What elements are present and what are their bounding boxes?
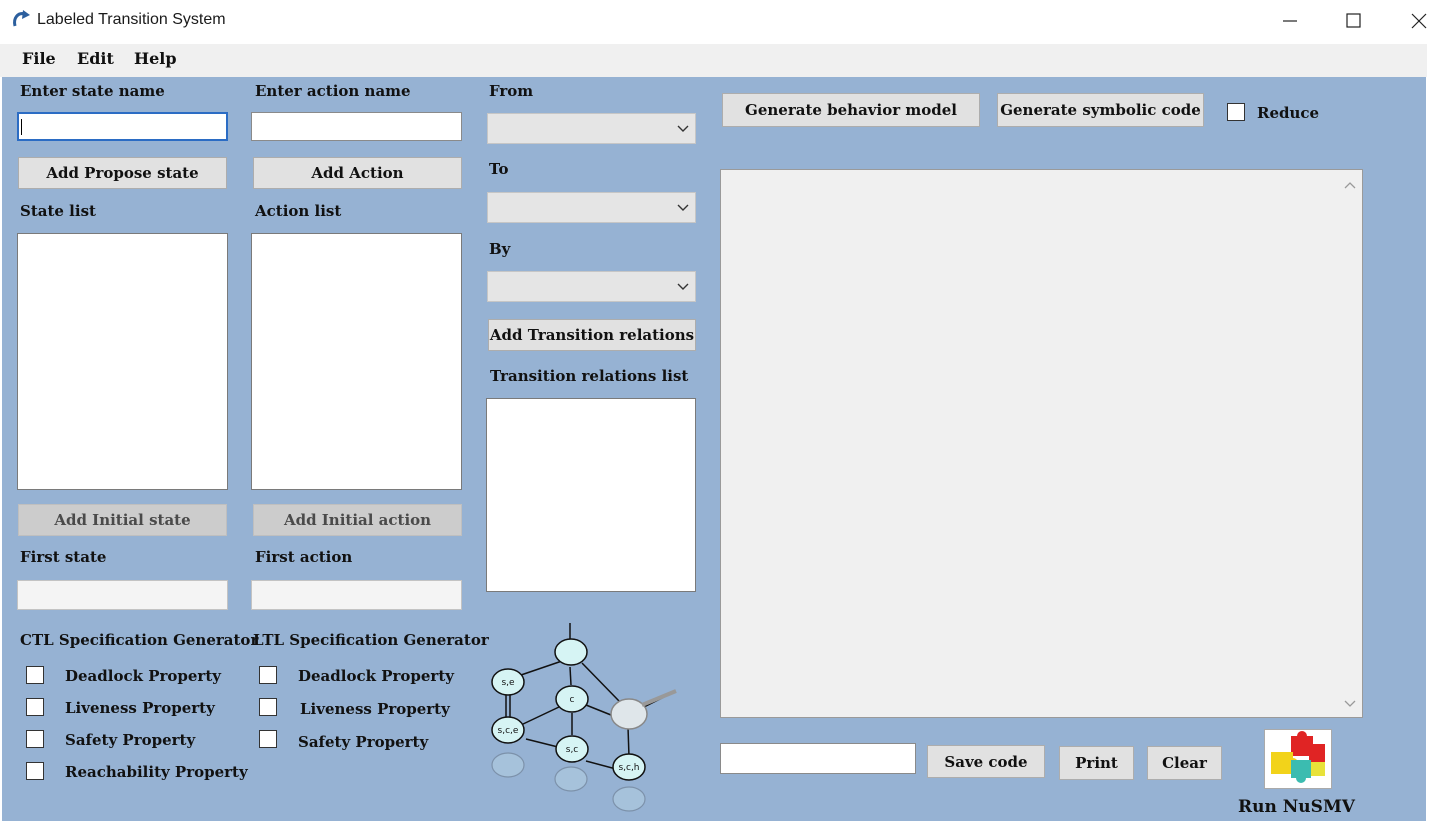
scroll-down-icon[interactable] bbox=[1344, 699, 1356, 709]
chevron-down-icon bbox=[677, 125, 689, 132]
add-initial-state-button[interactable]: Add Initial state bbox=[18, 504, 227, 536]
scroll-up-icon[interactable] bbox=[1344, 180, 1356, 190]
ctl-deadlock-checkbox[interactable] bbox=[26, 666, 44, 684]
action-name-input[interactable] bbox=[251, 112, 462, 141]
menu-bar: File Edit Help bbox=[0, 44, 1427, 77]
close-button[interactable] bbox=[1399, 6, 1429, 36]
ctl-liveness-checkbox[interactable] bbox=[26, 698, 44, 716]
puzzle-logo-icon bbox=[1271, 731, 1325, 783]
reduce-label: Reduce bbox=[1257, 104, 1320, 122]
add-transition-relations-button[interactable]: Add Transition relations bbox=[488, 319, 696, 351]
to-label: To bbox=[489, 160, 509, 178]
chevron-down-icon bbox=[677, 283, 689, 290]
from-label: From bbox=[489, 82, 534, 100]
transition-list-label: Transition relations list bbox=[490, 367, 689, 385]
to-dropdown[interactable] bbox=[487, 192, 696, 223]
generate-symbolic-code-button[interactable]: Generate symbolic code bbox=[997, 93, 1204, 127]
state-list-label: State list bbox=[20, 202, 96, 220]
action-list-label: Action list bbox=[255, 202, 342, 220]
clear-button[interactable]: Clear bbox=[1147, 746, 1222, 780]
ctl-deadlock-label: Deadlock Property bbox=[65, 667, 221, 685]
magnifier-handle-icon bbox=[641, 689, 677, 707]
chevron-down-icon bbox=[677, 204, 689, 211]
redo-arrow-icon bbox=[13, 10, 30, 27]
ltl-generator-title: LTL Specification Generator bbox=[253, 631, 489, 649]
ctl-liveness-label: Liveness Property bbox=[65, 699, 215, 717]
state-listbox[interactable] bbox=[17, 233, 228, 490]
first-state-field bbox=[17, 580, 228, 610]
reduce-checkbox[interactable] bbox=[1227, 103, 1245, 121]
graph-node-label: s,c,e bbox=[498, 726, 519, 736]
state-name-input[interactable] bbox=[17, 112, 228, 141]
print-button[interactable]: Print bbox=[1059, 746, 1134, 780]
graph-node-label: s,c bbox=[566, 745, 579, 755]
add-propose-state-button[interactable]: Add Propose state bbox=[18, 157, 227, 189]
window-title: Labeled Transition System bbox=[37, 11, 226, 28]
ltl-deadlock-label: Deadlock Property bbox=[298, 667, 454, 685]
ctl-safety-label: Safety Property bbox=[65, 731, 196, 749]
transition-listbox[interactable] bbox=[486, 398, 696, 592]
from-dropdown[interactable] bbox=[487, 113, 696, 144]
ltl-liveness-checkbox[interactable] bbox=[259, 698, 277, 716]
ctl-generator-title: CTL Specification Generator bbox=[20, 631, 259, 649]
maximize-icon bbox=[1346, 13, 1361, 28]
ctl-reachability-checkbox[interactable] bbox=[26, 762, 44, 780]
filename-input[interactable] bbox=[720, 743, 916, 774]
add-action-button[interactable]: Add Action bbox=[253, 157, 462, 189]
ctl-safety-checkbox[interactable] bbox=[26, 730, 44, 748]
ctl-reachability-label: Reachability Property bbox=[65, 763, 248, 781]
maximize-button[interactable] bbox=[1334, 6, 1374, 36]
by-label: By bbox=[489, 240, 511, 258]
by-dropdown[interactable] bbox=[487, 271, 696, 302]
title-bar: Labeled Transition System bbox=[0, 0, 1429, 44]
action-listbox[interactable] bbox=[251, 233, 462, 490]
graph-edges bbox=[505, 623, 675, 770]
minimize-icon bbox=[1283, 20, 1297, 22]
ltl-safety-label: Safety Property bbox=[298, 733, 429, 751]
generate-behavior-model-button[interactable]: Generate behavior model bbox=[722, 93, 980, 127]
save-code-button[interactable]: Save code bbox=[927, 745, 1045, 778]
graph-node-label: s,e bbox=[501, 678, 515, 688]
graph-node-label: c bbox=[570, 695, 575, 705]
first-state-label: First state bbox=[20, 548, 107, 566]
graph-node-label: s,c,h bbox=[618, 763, 639, 773]
action-name-label: Enter action name bbox=[255, 82, 411, 100]
menu-help[interactable]: Help bbox=[134, 49, 177, 68]
ltl-deadlock-checkbox[interactable] bbox=[259, 666, 277, 684]
code-output-area[interactable] bbox=[720, 169, 1363, 718]
main-panel: Enter state name Add Propose state State… bbox=[2, 77, 1426, 821]
minimize-button[interactable] bbox=[1270, 6, 1310, 36]
close-icon bbox=[1411, 13, 1427, 29]
state-name-label: Enter state name bbox=[20, 82, 165, 100]
first-action-label: First action bbox=[255, 548, 353, 566]
first-action-field bbox=[251, 580, 462, 610]
run-nusmv-label: Run NuSMV bbox=[1238, 797, 1355, 817]
add-initial-action-button[interactable]: Add Initial action bbox=[253, 504, 462, 536]
ltl-liveness-label: Liveness Property bbox=[300, 700, 450, 718]
transition-graph-illustration: s,e c s,c,e s,c s,c,h bbox=[491, 623, 677, 812]
menu-file[interactable]: File bbox=[22, 49, 56, 68]
text-caret bbox=[21, 119, 22, 135]
ltl-safety-checkbox[interactable] bbox=[259, 730, 277, 748]
run-nusmv-button[interactable] bbox=[1264, 729, 1332, 789]
graph-node bbox=[554, 638, 588, 666]
menu-edit[interactable]: Edit bbox=[77, 49, 114, 68]
